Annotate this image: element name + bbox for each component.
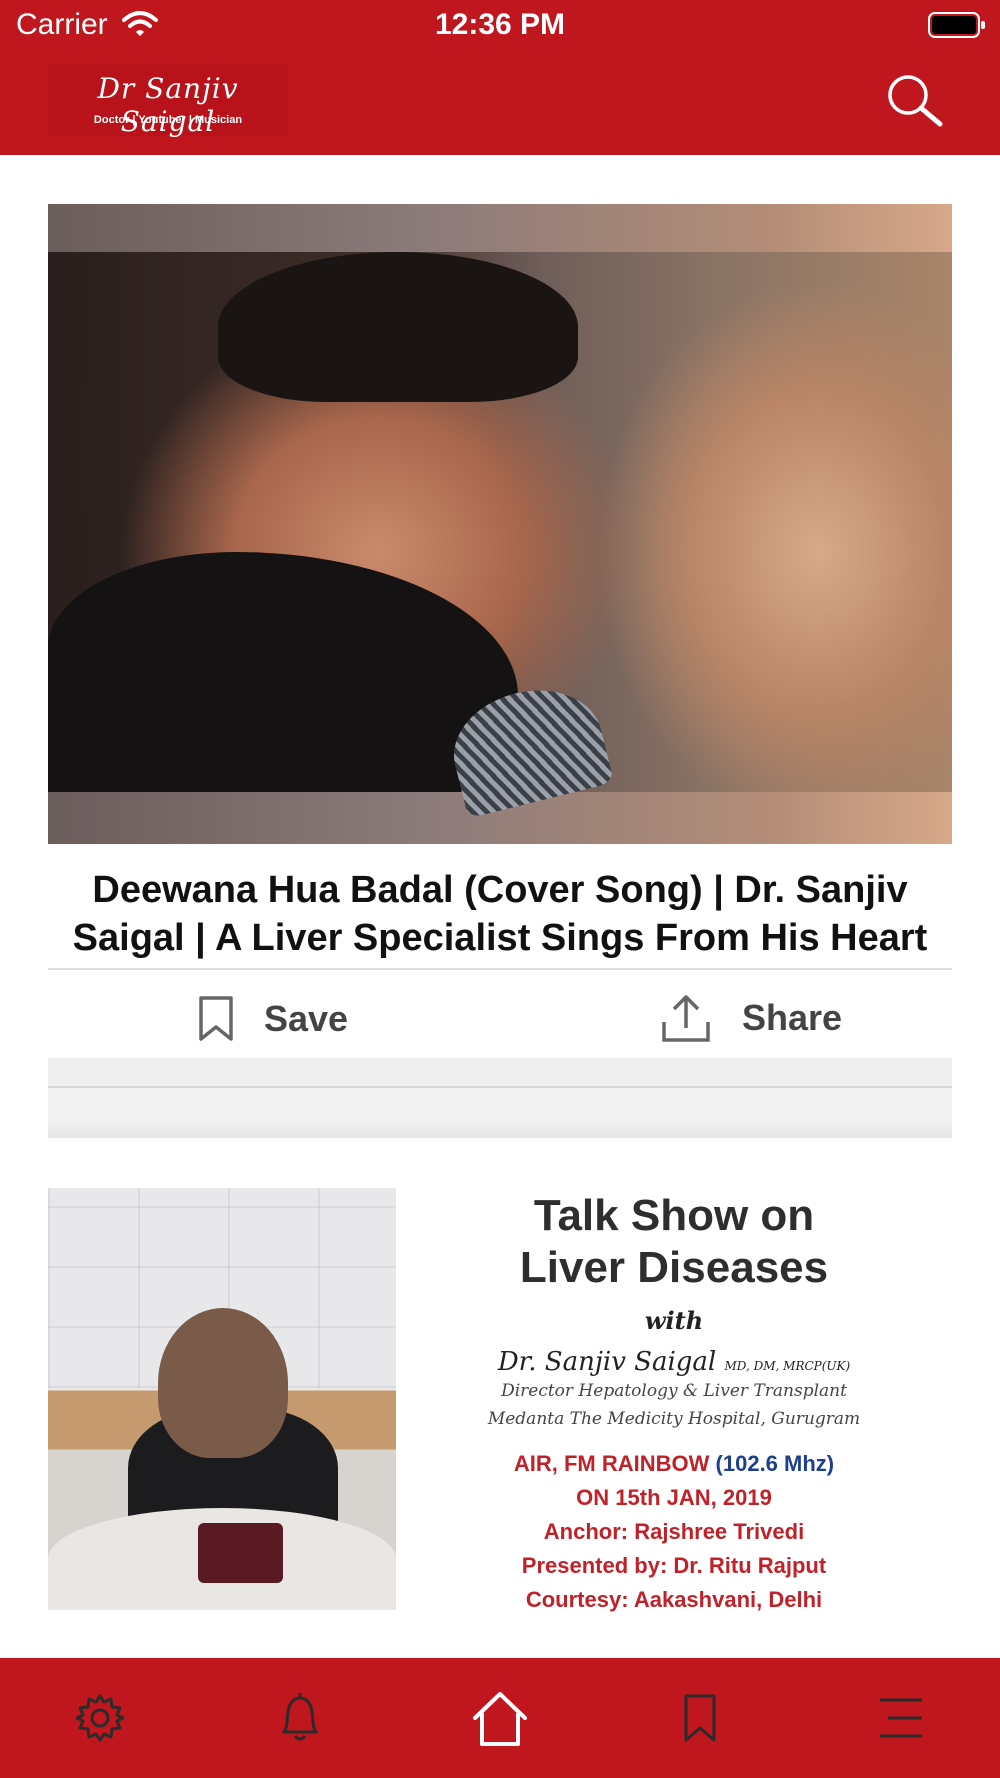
tab-settings[interactable] bbox=[70, 1688, 130, 1748]
poster-degrees: MD, DM, MRCP(UK) bbox=[724, 1359, 851, 1373]
tab-saved[interactable] bbox=[670, 1688, 730, 1748]
video-thumbnail[interactable] bbox=[48, 204, 952, 844]
poster-presented: Presented by: Dr. Ritu Rajput bbox=[521, 1553, 827, 1578]
video-thumbnail[interactable]: Talk Show on Liver Diseases with Dr. San… bbox=[48, 1188, 952, 1613]
brand-logo[interactable]: Dr Sanjiv Saigal Doctor | Youtuber | Mus… bbox=[48, 64, 288, 138]
search-icon bbox=[888, 75, 943, 127]
poster-frequency: (102.6 Mhz) bbox=[715, 1451, 835, 1476]
share-button[interactable]: Share bbox=[660, 990, 842, 1046]
share-label: Share bbox=[742, 997, 843, 1038]
loading-placeholder bbox=[48, 1058, 952, 1138]
logo-tagline: Doctor | Youtuber | Musician bbox=[93, 114, 243, 126]
save-label: Save bbox=[264, 998, 349, 1039]
menu-icon bbox=[880, 1698, 922, 1738]
home-icon bbox=[473, 1692, 527, 1746]
battery-icon bbox=[928, 11, 986, 44]
status-time: 12:36 PM bbox=[434, 8, 566, 41]
video-actions: Save Share bbox=[48, 970, 952, 1066]
share-icon bbox=[662, 995, 710, 1042]
bookmark-icon bbox=[199, 996, 233, 1041]
poster-hospital: Medanta The Medicity Hospital, Gurugram bbox=[487, 1409, 861, 1429]
poster-station-line: AIR, FM RAINBOW (102.6 Mhz) bbox=[396, 1447, 952, 1481]
tab-home[interactable] bbox=[470, 1688, 530, 1748]
poster-anchor: Anchor: Rajshree Trivedi bbox=[543, 1519, 805, 1544]
tab-notifications[interactable] bbox=[270, 1688, 330, 1748]
poster-date: ON 15th JAN, 2019 bbox=[576, 1485, 772, 1510]
save-button[interactable]: Save bbox=[198, 994, 348, 1044]
poster-text: Talk Show on Liver Diseases with Dr. San… bbox=[396, 1188, 952, 1613]
poster-courtesy: Courtesy: Aakashvani, Delhi bbox=[525, 1587, 823, 1612]
poster-doctor: Dr. Sanjiv Saigal bbox=[497, 1347, 717, 1377]
bookmark-icon bbox=[684, 1694, 716, 1742]
bell-icon bbox=[282, 1693, 318, 1741]
host-photo bbox=[48, 1188, 396, 1610]
settings-icon bbox=[75, 1694, 125, 1742]
poster-with: with bbox=[644, 1306, 704, 1335]
thumbnail-image bbox=[48, 252, 952, 819]
search-button[interactable] bbox=[884, 72, 946, 130]
poster-station: AIR, FM RAINBOW bbox=[513, 1451, 710, 1476]
poster-title-line1: Talk Show on bbox=[533, 1191, 815, 1240]
video-card: Deewana Hua Badal (Cover Song) | Dr. San… bbox=[48, 204, 952, 1068]
poster-doctor-line: Dr. Sanjiv Saigal MD, DM, MRCP(UK) bbox=[396, 1347, 952, 1377]
status-bar: Carrier 12:36 PM bbox=[0, 0, 1000, 50]
poster-role: Director Hepatology & Liver Transplant bbox=[501, 1381, 847, 1401]
top-bar: Carrier 12:36 PM Dr Sanjiv Saigal Doctor… bbox=[0, 0, 1000, 155]
tab-menu[interactable] bbox=[870, 1688, 930, 1748]
logo-name: Dr Sanjiv Saigal bbox=[97, 72, 239, 138]
video-title[interactable]: Deewana Hua Badal (Cover Song) | Dr. San… bbox=[48, 844, 952, 962]
tab-bar bbox=[0, 1658, 1000, 1778]
poster-title-line2: Liver Diseases bbox=[519, 1243, 829, 1292]
